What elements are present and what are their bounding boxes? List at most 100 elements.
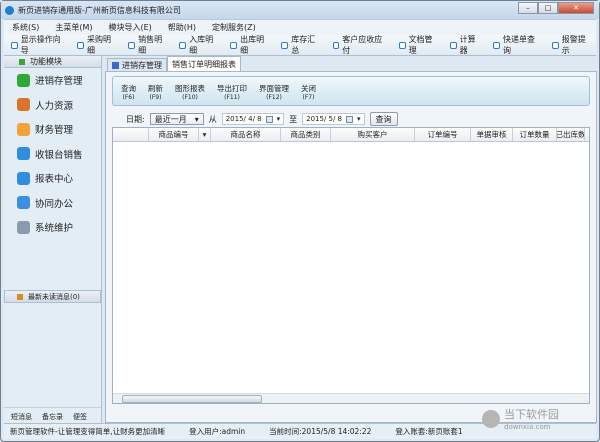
download-logo-icon bbox=[482, 409, 500, 428]
module-icon bbox=[17, 220, 30, 234]
from-date-picker[interactable]: 2015/ 4/ 8 ▾ bbox=[221, 113, 285, 125]
date-range-select[interactable]: 最近一月 ▾ bbox=[149, 113, 204, 125]
date-range-value: 最近一月 bbox=[154, 114, 187, 124]
ribbon-button[interactable]: 图形报表 (F10) bbox=[175, 84, 205, 105]
sidebar-item[interactable]: 收银台销售 bbox=[4, 142, 101, 167]
module-icon bbox=[17, 98, 30, 112]
notes-link[interactable]: 便签 bbox=[73, 412, 87, 422]
app-logo-icon bbox=[5, 5, 14, 15]
column-header[interactable]: 单据审核 bbox=[471, 128, 513, 141]
ribbon-shortcut: (F7) bbox=[302, 94, 315, 101]
sidebar-item-label: 人力资源 bbox=[35, 100, 74, 112]
toolbar-item[interactable]: 出库明细 bbox=[230, 34, 270, 56]
tab-inventory-management[interactable]: 进销存管理 bbox=[107, 58, 167, 71]
menu-module-import[interactable]: 模块导入(E) bbox=[100, 22, 159, 33]
window-title: 新页进销存通用版-广州新页信息科技有限公司 bbox=[18, 5, 181, 15]
horizontal-scrollbar[interactable] bbox=[113, 393, 589, 403]
ribbon-button[interactable]: 查询 (F6) bbox=[121, 84, 136, 105]
column-header[interactable]: 订单数量 bbox=[513, 128, 557, 141]
toolbar-item[interactable]: 库存汇总 bbox=[281, 34, 321, 56]
calendar-icon bbox=[265, 115, 273, 123]
ribbon-button-label: 查询 bbox=[121, 84, 136, 93]
data-grid[interactable]: 商品编号 ▾ 商品名称 商品类别 购买客户 订单编号 单据审核 订单数量 已出库数 bbox=[112, 127, 590, 404]
watermark: 当下软件园 downxia.com bbox=[482, 406, 559, 431]
ribbon-button[interactable]: 界面管理 (F12) bbox=[259, 84, 289, 105]
tab-sales-order-report[interactable]: 销售订单明细报表 bbox=[167, 56, 241, 71]
column-header[interactable]: 订单编号 bbox=[415, 128, 471, 141]
module-icon bbox=[17, 196, 30, 210]
module-icon bbox=[17, 171, 30, 185]
column-header[interactable]: 商品名称 bbox=[211, 128, 281, 141]
query-button[interactable]: 查询 bbox=[369, 112, 398, 126]
toolbar-item[interactable]: 显示操作向导 bbox=[11, 34, 66, 56]
sidebar-item-label: 财务管理 bbox=[35, 125, 74, 137]
toolbar-item[interactable]: 入库明细 bbox=[179, 34, 219, 56]
menu-main[interactable]: 主菜单(M) bbox=[47, 22, 100, 33]
toolbar-item-label: 入库明细 bbox=[189, 35, 214, 55]
ribbon-shortcut: (F12) bbox=[266, 94, 282, 101]
memo-link[interactable]: 备忘录 bbox=[42, 412, 63, 422]
menu-custom-service[interactable]: 定制服务(Z) bbox=[204, 22, 264, 33]
toolbar-item[interactable]: 报警提示 bbox=[551, 34, 592, 56]
toolbar-item[interactable]: 销售明细 bbox=[128, 34, 168, 56]
ribbon-button[interactable]: 导出打印 (F11) bbox=[217, 84, 247, 105]
ribbon-button[interactable]: 关闭 (F7) bbox=[301, 84, 316, 105]
sidebar-item[interactable]: 进销存管理 bbox=[4, 68, 101, 93]
tab-label: 进销存管理 bbox=[122, 60, 162, 70]
toolbar-item-label: 显示操作向导 bbox=[20, 35, 61, 55]
toolbar-item[interactable]: 客户应收应付 bbox=[332, 34, 388, 56]
toolbar-item-label: 客户应收应付 bbox=[342, 35, 383, 55]
toolbar-item[interactable]: 快递单查询 bbox=[493, 34, 541, 56]
ribbon: 查询 (F6) 刷新 (F9) 图形报表 (F10) 导出打印 (F11) 界面管理 (F12) 关… bbox=[112, 76, 590, 106]
toolbar-item[interactable]: 计算器 bbox=[449, 34, 482, 56]
sidebar-item-label: 协同办公 bbox=[35, 198, 74, 210]
ribbon-shortcut: (F11) bbox=[224, 94, 240, 101]
column-header[interactable]: 商品编号 bbox=[149, 128, 199, 141]
minimize-button[interactable]: – bbox=[518, 2, 538, 14]
sidebar-item[interactable]: 报表中心 bbox=[4, 166, 101, 191]
column-header[interactable]: 商品类别 bbox=[281, 128, 331, 141]
sidebar-item[interactable]: 人力资源 bbox=[4, 93, 101, 118]
sidebar-item[interactable]: 协同办公 bbox=[4, 191, 101, 216]
ribbon-shortcut: (F9) bbox=[149, 94, 162, 101]
ribbon-button-label: 关闭 bbox=[301, 84, 316, 93]
main-area: 进销存管理 销售订单明细报表 查询 (F6) 刷新 (F9) 图形报表 (F10) 导出打印… bbox=[105, 56, 597, 423]
column-header[interactable]: 已出库数 bbox=[557, 128, 585, 141]
toolbar-item[interactable]: 文档管理 bbox=[398, 34, 439, 56]
column-header[interactable]: ▾ bbox=[199, 128, 211, 141]
ribbon-shortcut: (F6) bbox=[122, 94, 135, 101]
module-icon bbox=[19, 58, 25, 65]
toolbar-item-label: 采购明细 bbox=[87, 35, 112, 55]
sidebar-item[interactable]: 系统维护 bbox=[4, 215, 101, 240]
checkbox-icon bbox=[449, 41, 457, 49]
maximize-button[interactable]: □ bbox=[538, 2, 558, 14]
checkbox-icon bbox=[332, 41, 340, 49]
scrollbar-thumb[interactable] bbox=[122, 395, 262, 403]
toolbar-item-label: 库存汇总 bbox=[291, 35, 316, 55]
unread-messages[interactable]: 最新未读消息(0) bbox=[4, 290, 101, 303]
menu-help[interactable]: 帮助(H) bbox=[160, 22, 204, 33]
toolbar-item[interactable]: 采购明细 bbox=[77, 34, 117, 56]
to-date-picker[interactable]: 2015/ 5/ 8 ▾ bbox=[302, 113, 365, 125]
toolbar-item-label: 报警提示 bbox=[561, 35, 586, 55]
list-icon bbox=[112, 61, 119, 69]
sidebar-item-label: 收银台销售 bbox=[35, 149, 83, 161]
status-account: 登入账套:新页账套1 bbox=[395, 427, 463, 436]
ribbon-button-label: 界面管理 bbox=[259, 84, 289, 93]
short-message-link[interactable]: 短消息 bbox=[11, 412, 32, 422]
watermark-text: 当下软件园 bbox=[504, 408, 559, 421]
status-user: 登入用户:admin bbox=[189, 427, 246, 436]
column-header[interactable]: 购买客户 bbox=[331, 128, 415, 141]
chevron-down-icon: ▾ bbox=[357, 115, 361, 123]
toolbar-item-label: 销售明细 bbox=[138, 35, 163, 55]
from-date-value: 2015/ 4/ 8 bbox=[225, 115, 262, 123]
checkbox-icon bbox=[128, 41, 136, 49]
column-header[interactable] bbox=[113, 128, 149, 141]
ribbon-button[interactable]: 刷新 (F9) bbox=[148, 84, 163, 105]
sidebar: 功能模块 进销存管理 人力资源 财务管理 收银台销售 报表中心 协同办公 系统维护 最新未读… bbox=[4, 56, 102, 423]
app-window: 新页进销存通用版-广州新页信息科技有限公司 – □ ✕ 系统(S) 主菜单(M)… bbox=[0, 0, 600, 442]
status-slogan: 新页管理软件-让管理变得简单,让财务更加清晰 bbox=[10, 427, 166, 436]
menu-system[interactable]: 系统(S) bbox=[4, 22, 47, 33]
sidebar-item[interactable]: 财务管理 bbox=[4, 117, 101, 142]
close-button[interactable]: ✕ bbox=[558, 2, 594, 14]
